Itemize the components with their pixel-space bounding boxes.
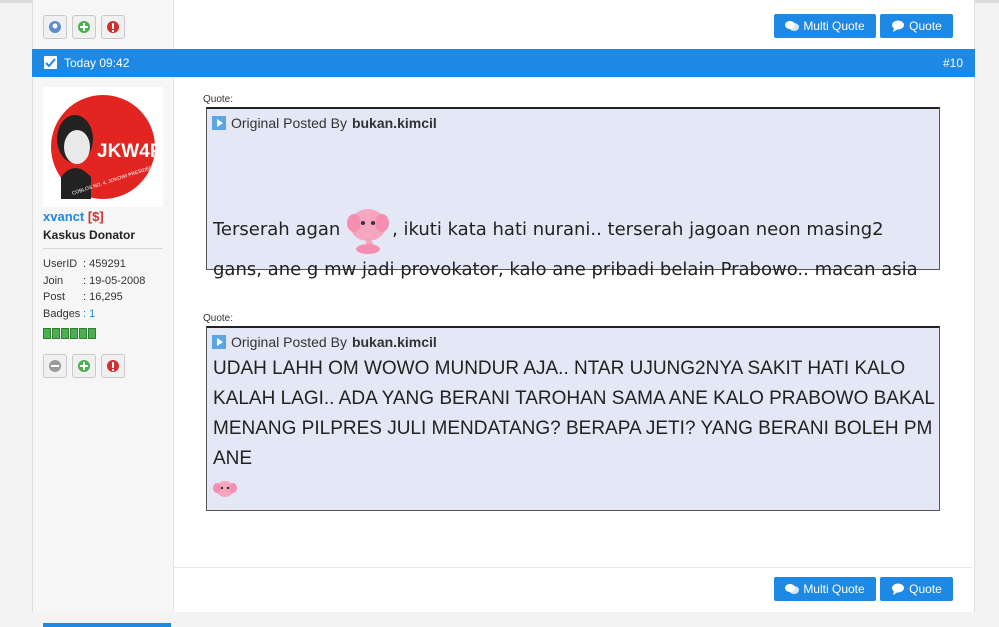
add-reputation-icon [78, 21, 90, 33]
avatar[interactable]: JKW4P COBLOS NO. 4, JOKOWI PRESIDEN [43, 87, 163, 207]
quote-button[interactable]: Quote [880, 14, 953, 38]
avatar-logo-text: JKW4P [97, 141, 163, 162]
quote-box: Original Posted By bukan.kimcil Terserah… [206, 107, 940, 280]
report-button[interactable] [101, 354, 125, 378]
reputation-box [43, 328, 51, 339]
post-footer-divider [174, 567, 972, 568]
multi-quote-button[interactable]: Multi Quote [774, 577, 876, 601]
reputation-box [70, 328, 78, 339]
add-reputation-button[interactable] [72, 15, 96, 39]
info-value: : 16,295 [83, 291, 123, 303]
info-value: : 19-05-2008 [83, 275, 146, 287]
quote-label: Quote: [203, 313, 234, 324]
report-icon [107, 21, 119, 33]
info-label: Badges [43, 308, 81, 320]
user-info-userid: UserID : 459291 [43, 258, 126, 270]
view-post-icon[interactable] [212, 116, 226, 130]
speech-bubble-icon [892, 20, 905, 32]
speech-bubble-icon [892, 583, 905, 595]
username[interactable]: xvanct [$] [43, 209, 104, 224]
avatar-image: JKW4P COBLOS NO. 4, JOKOWI PRESIDEN [51, 95, 163, 199]
profile-button[interactable] [43, 15, 67, 39]
reputation-box [61, 328, 69, 339]
quote-label: Quote: [203, 94, 234, 105]
report-icon [107, 360, 119, 372]
info-label: UserID [43, 258, 78, 270]
info-label: Post [43, 291, 66, 303]
select-post-checkbox[interactable] [44, 56, 57, 69]
profile-icon [49, 21, 61, 33]
quote-text-part: Terserah agan [213, 219, 341, 240]
reputation-box [52, 328, 60, 339]
report-button[interactable] [101, 15, 125, 39]
post-number[interactable]: #10 [943, 56, 963, 70]
pink-elephant-emoticon-icon [213, 480, 237, 497]
user-info-post: Post : 16,295 [43, 291, 123, 303]
user-info-join: Join : 19-05-2008 [43, 275, 145, 287]
profile-icon [49, 360, 61, 372]
quote-posted-by: Original Posted By [231, 115, 347, 131]
quote-text-part: UDAH LAHH OM WOWO MUNDUR AJA.. NTAR UJUN… [213, 358, 935, 469]
speech-bubbles-icon [785, 584, 800, 594]
quote-box: Original Posted By bukan.kimcil UDAH LAH… [206, 326, 940, 511]
quote-posted-by: Original Posted By [231, 334, 347, 350]
quote-label: Quote [909, 582, 942, 596]
speech-bubbles-icon [785, 21, 800, 31]
add-reputation-button[interactable] [72, 354, 96, 378]
pink-elephant-emoticon-icon [347, 209, 390, 254]
next-post-header-edge [43, 623, 171, 627]
multi-quote-label: Multi Quote [803, 19, 865, 33]
user-rank: Kaskus Donator [43, 228, 136, 242]
badges-value[interactable]: : 1 [83, 308, 95, 320]
multi-quote-button[interactable]: Multi Quote [774, 14, 876, 38]
donator-tag: [$] [87, 209, 104, 224]
username-text: xvanct [43, 209, 85, 224]
post-header-bar: Today 09:42 #10 [32, 49, 975, 77]
quote-text: UDAH LAHH OM WOWO MUNDUR AJA.. NTAR UJUN… [213, 354, 935, 504]
quote-header: Original Posted By bukan.kimcil [212, 115, 437, 131]
quote-button[interactable]: Quote [880, 577, 953, 601]
profile-button[interactable] [43, 354, 67, 378]
quote-author[interactable]: bukan.kimcil [352, 115, 437, 131]
user-info-badges: Badges: 1 [43, 308, 95, 320]
user-info-divider [43, 248, 163, 249]
quote-author[interactable]: bukan.kimcil [352, 334, 437, 350]
quote-text: Terserah agan , ikuti kata hati nurani..… [213, 205, 935, 285]
multi-quote-label: Multi Quote [803, 582, 865, 596]
quote-label: Quote [909, 19, 942, 33]
view-post-icon[interactable] [212, 335, 226, 349]
reputation-box [79, 328, 87, 339]
add-reputation-icon [78, 360, 90, 372]
info-label: Join [43, 275, 64, 287]
quote-header: Original Posted By bukan.kimcil [212, 334, 437, 350]
post-date: Today 09:42 [64, 56, 130, 70]
info-value: : 459291 [83, 258, 126, 270]
reputation-bar [43, 328, 96, 339]
checkmark-icon [45, 58, 56, 68]
reputation-box [88, 328, 96, 339]
